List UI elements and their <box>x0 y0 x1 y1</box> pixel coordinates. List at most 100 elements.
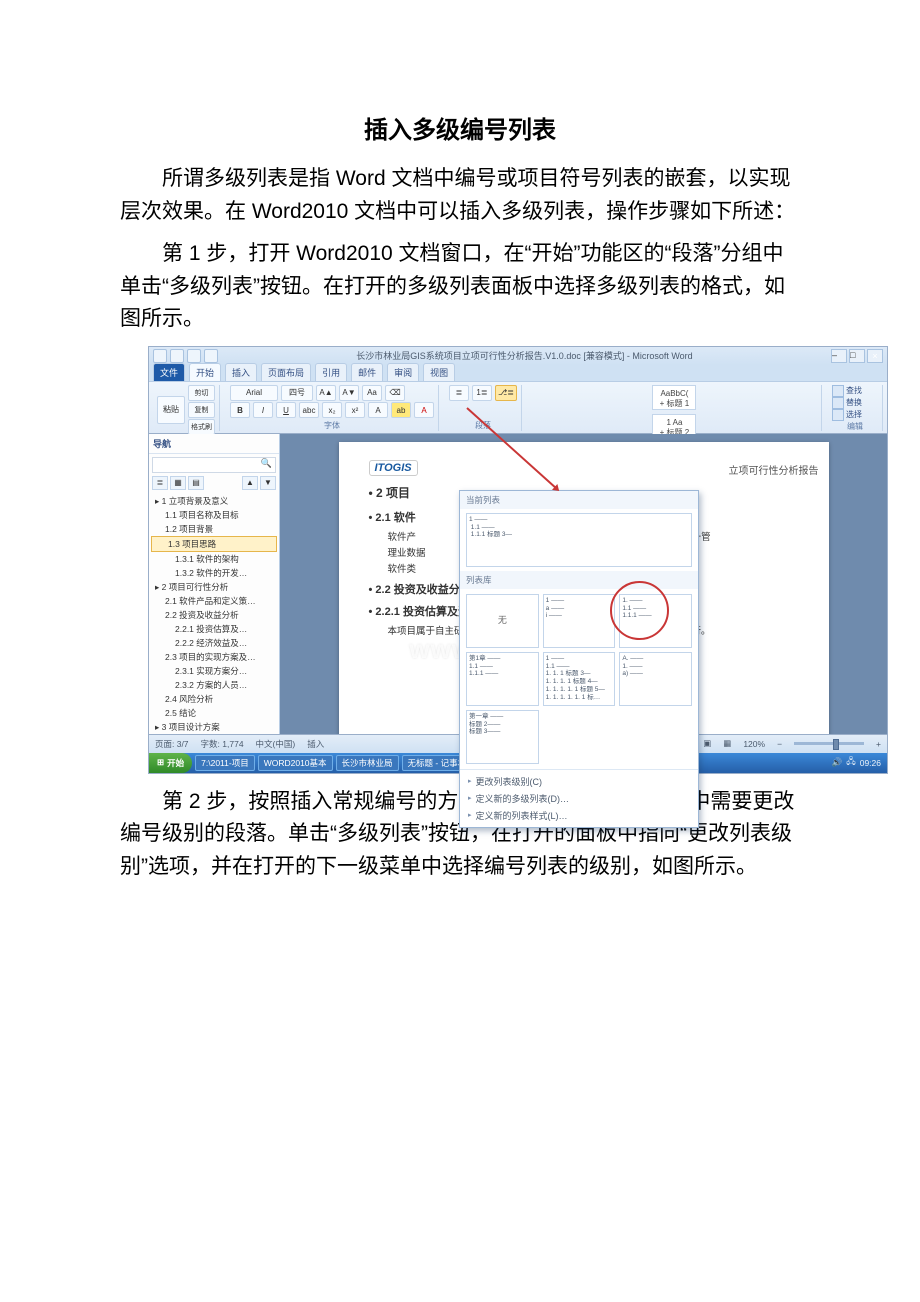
nav-prev-icon[interactable]: ▲ <box>242 476 258 490</box>
superscript-button[interactable]: x² <box>345 402 365 418</box>
outline-item[interactable]: 2.4 风险分析 <box>149 692 279 706</box>
system-tray[interactable]: 🔊 🖧 09:26 <box>832 756 887 770</box>
tab-insert[interactable]: 插入 <box>225 363 257 381</box>
status-insert-mode: 插入 <box>307 738 324 750</box>
tab-home[interactable]: 开始 <box>189 363 221 381</box>
outline-item[interactable]: 2.3.2 方案的人员… <box>149 678 279 692</box>
taskbar-app-button[interactable]: WORD2010基本 <box>258 755 333 771</box>
outline-item[interactable]: 2.5 结论 <box>149 706 279 720</box>
font-name-combo[interactable]: Arial <box>230 385 278 401</box>
outline-item[interactable]: ▸ 1 立项背景及意义 <box>149 494 279 508</box>
qat-redo-icon[interactable] <box>204 349 218 363</box>
menu-define-new-multilevel[interactable]: 定义新的多级列表(D)… <box>466 790 692 807</box>
qat-save-icon[interactable] <box>170 349 184 363</box>
multilevel-list-button[interactable]: ⎇≣ <box>495 385 517 401</box>
nav-tab-results-icon[interactable]: ▤ <box>188 476 204 490</box>
grow-font-icon[interactable]: A▲ <box>316 385 336 401</box>
taskbar-app-button[interactable]: 长沙市林业局 <box>336 755 399 771</box>
list-style-tile[interactable]: 1 —— a —— i —— <box>543 594 616 648</box>
nav-tab-pages-icon[interactable]: ▦ <box>170 476 186 490</box>
tab-file[interactable]: 文件 <box>153 363 185 381</box>
outline-item[interactable]: 2.2.2 经济效益及… <box>149 636 279 650</box>
group-font: Arial 四号 A▲ A▼ Aa ⌫ B I U abc x₂ x² <box>226 385 439 431</box>
text-effects-icon[interactable]: A <box>368 402 388 418</box>
list-style-tile[interactable]: 1 —— 1.1 —— 1. 1. 1 标题 3— 1. 1. 1. 1 标题 … <box>543 652 616 706</box>
status-language: 中文(中国) <box>256 738 296 750</box>
tab-page-layout[interactable]: 页面布局 <box>261 363 311 381</box>
window-titlebar: 长沙市林业局GIS系统项目立项可行性分析报告.V1.0.doc [兼容模式] -… <box>149 347 887 365</box>
find-button[interactable]: 查找 <box>832 385 878 397</box>
copy-button[interactable]: 复制 <box>188 402 215 418</box>
zoom-value[interactable]: 120% <box>743 739 765 749</box>
tray-network-icon[interactable]: 🖧 <box>846 756 855 770</box>
word-screenshot: 长沙市林业局GIS系统项目立项可行性分析报告.V1.0.doc [兼容模式] -… <box>148 346 888 774</box>
tab-review[interactable]: 审阅 <box>387 363 419 381</box>
nav-next-icon[interactable]: ▼ <box>260 476 276 490</box>
select-button[interactable]: 选择 <box>832 409 878 421</box>
highlight-icon[interactable]: ab <box>391 402 411 418</box>
strike-button[interactable]: abc <box>299 402 319 418</box>
menu-change-list-level[interactable]: 更改列表级别(C) <box>466 773 692 790</box>
tray-volume-icon[interactable]: 🔊 <box>832 757 843 768</box>
nav-tab-headings-icon[interactable]: ≣ <box>152 476 168 490</box>
group-styles: AaBbC(+ 标题 1 1 Aa+ 标题 2 1.1 A+ 标题 3 1.1.… <box>528 385 822 431</box>
zoom-slider[interactable] <box>794 742 864 745</box>
tab-mail[interactable]: 邮件 <box>351 363 383 381</box>
outline-item[interactable]: 1.2 项目背景 <box>149 522 279 536</box>
outline-item[interactable]: ▸ 2 项目可行性分析 <box>149 580 279 594</box>
list-style-tile[interactable]: 第一章 —— 标题 2—— 标题 3—— <box>466 710 539 764</box>
nav-search-input[interactable] <box>152 457 276 473</box>
group-clipboard: 粘贴 剪切 复制 格式刷 剪贴板 <box>153 385 220 431</box>
italic-button[interactable]: I <box>253 402 273 418</box>
outline-item[interactable]: ▸ 3 项目设计方案 <box>149 720 279 734</box>
list-style-tile[interactable]: A. —— 1. —— a) —— <box>619 652 692 706</box>
list-style-tile[interactable]: 1 —— 1.1 —— 1.1.1 标题 3— <box>466 513 692 567</box>
numbering-icon[interactable]: 1≣ <box>472 385 492 401</box>
change-case-icon[interactable]: Aa <box>362 385 382 401</box>
nav-outline[interactable]: ▸ 1 立项背景及意义1.1 项目名称及目标1.2 项目背景1.3 项目思路1.… <box>149 492 279 734</box>
nav-pane-title: 导航 <box>149 434 279 454</box>
view-web-icon[interactable]: ▦ <box>723 738 731 749</box>
outline-item[interactable]: 2.3.1 实现方案分… <box>149 664 279 678</box>
quick-access-toolbar[interactable] <box>153 349 218 363</box>
menu-define-new-list-style[interactable]: 定义新的列表样式(L)… <box>466 807 692 824</box>
outline-item[interactable]: 2.2.1 投资估算及… <box>149 622 279 636</box>
underline-button[interactable]: U <box>276 402 296 418</box>
view-fullscreen-icon[interactable]: ▣ <box>703 738 711 749</box>
list-style-tile[interactable]: 第1章 —— 1.1 —— 1.1.1 —— <box>466 652 539 706</box>
taskbar-app-button[interactable]: 7:\2011-项目 <box>195 755 255 771</box>
outline-item[interactable]: 1.3.1 软件的架构 <box>149 552 279 566</box>
shrink-font-icon[interactable]: A▼ <box>339 385 359 401</box>
start-button[interactable]: ⊞ 开始 <box>149 753 192 773</box>
outline-item[interactable]: 2.2 投资及收益分析 <box>149 608 279 622</box>
popover-section-library: 列表库 <box>460 571 698 589</box>
bullets-icon[interactable]: ≣ <box>449 385 469 401</box>
subscript-button[interactable]: x₂ <box>322 402 342 418</box>
tab-references[interactable]: 引用 <box>315 363 347 381</box>
outline-item[interactable]: 2.3 项目的实现方案及… <box>149 650 279 664</box>
minimize-button[interactable]: – <box>831 349 847 363</box>
close-button[interactable]: × <box>867 349 883 363</box>
popover-section-current: 当前列表 <box>460 491 698 509</box>
tab-view[interactable]: 视图 <box>423 363 455 381</box>
paste-button[interactable]: 粘贴 <box>157 396 185 424</box>
outline-item[interactable]: 1.3 项目思路 <box>151 536 277 552</box>
list-style-none[interactable]: 无 <box>466 594 539 648</box>
outline-item[interactable]: 1.3.2 软件的开发… <box>149 566 279 580</box>
outline-item[interactable]: 1.1 项目名称及目标 <box>149 508 279 522</box>
outline-item[interactable]: 2.1 软件产品和定义策… <box>149 594 279 608</box>
replace-button[interactable]: 替换 <box>832 397 878 409</box>
font-size-combo[interactable]: 四号 <box>281 385 313 401</box>
format-painter-button[interactable]: 格式刷 <box>188 419 215 435</box>
font-color-icon[interactable]: A <box>414 402 434 418</box>
clear-format-icon[interactable]: ⌫ <box>385 385 405 401</box>
bold-button[interactable]: B <box>230 402 250 418</box>
maximize-button[interactable]: □ <box>849 349 865 363</box>
zoom-out-button[interactable]: − <box>777 739 782 749</box>
style-heading1[interactable]: AaBbC(+ 标题 1 <box>652 385 696 410</box>
group-label-font: 字体 <box>230 420 434 431</box>
qat-undo-icon[interactable] <box>187 349 201 363</box>
list-style-tile[interactable]: 1. —— 1.1 —— 1.1.1 —— <box>619 594 692 648</box>
cut-button[interactable]: 剪切 <box>188 385 215 401</box>
zoom-in-button[interactable]: + <box>876 739 881 749</box>
